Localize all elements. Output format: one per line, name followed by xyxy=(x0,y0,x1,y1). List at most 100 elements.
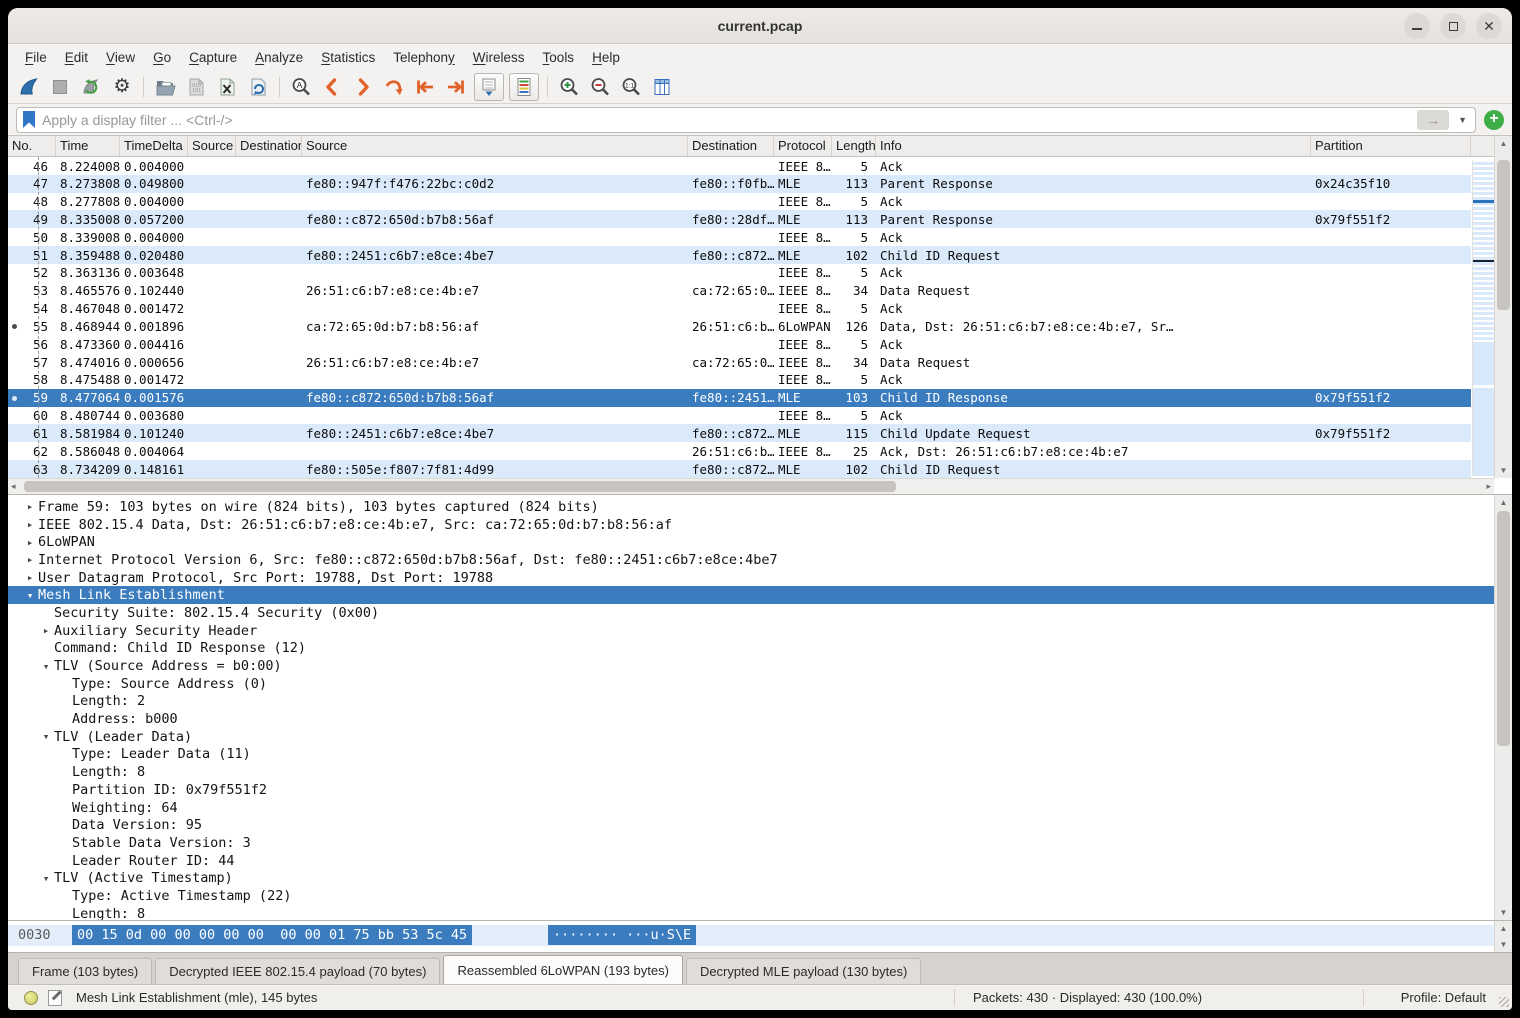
detail-line[interactable]: Type: Source Address (0) xyxy=(8,675,1494,693)
detail-line[interactable]: Partition ID: 0x79f551f2 xyxy=(8,781,1494,799)
detail-line[interactable]: Command: Child ID Response (12) xyxy=(8,640,1494,658)
packet-row-56[interactable]: 568.4733600.004416IEEE 8…5Ack xyxy=(8,335,1471,353)
hex-ascii-selected[interactable]: ········ ···u·S\E xyxy=(548,925,696,945)
packet-row-58[interactable]: 588.4754880.001472IEEE 8…5Ack xyxy=(8,371,1471,389)
last-packet-button[interactable] xyxy=(441,73,471,101)
capture-options-button[interactable]: ⚙ xyxy=(107,73,137,101)
menu-analyze[interactable]: Analyze xyxy=(246,47,312,68)
hex-row[interactable]: 0030 00 15 0d 00 00 00 00 00 00 00 01 75… xyxy=(8,925,1494,946)
menu-telephony[interactable]: Telephony xyxy=(384,47,464,68)
zoom-original-button[interactable]: 1:1 xyxy=(616,73,646,101)
filter-dropdown-caret[interactable]: ▼ xyxy=(1456,115,1469,125)
menu-view[interactable]: View xyxy=(97,47,144,68)
hex-vscrollbar[interactable]: ▲ ▼ xyxy=(1494,921,1512,952)
menu-help[interactable]: Help xyxy=(583,47,629,68)
menu-go[interactable]: Go xyxy=(144,47,180,68)
display-filter-field[interactable]: → ▼ xyxy=(16,107,1476,133)
expanded-arrow-icon[interactable]: ▾ xyxy=(22,589,38,602)
detail-line[interactable]: Weighting: 64 xyxy=(8,799,1494,817)
column-header-no[interactable]: No. xyxy=(8,136,56,156)
packet-list-vthumb[interactable] xyxy=(1497,160,1510,310)
packet-row-50[interactable]: 508.3390080.004000IEEE 8…5Ack xyxy=(8,228,1471,246)
packet-row-49[interactable]: 498.3350080.057200fe80::c872:650d:b7b8:5… xyxy=(8,210,1471,228)
column-header-destination[interactable]: Destination xyxy=(688,136,774,156)
scroll-up-icon[interactable]: ▲ xyxy=(1495,924,1512,933)
collapsed-arrow-icon[interactable]: ▸ xyxy=(22,536,38,549)
packet-list-hthumb[interactable] xyxy=(24,481,896,492)
packet-row-57[interactable]: 578.4740160.00065626:51:c6:b7:e8:ce:4b:e… xyxy=(8,353,1471,371)
status-profile[interactable]: Profile: Default xyxy=(1401,990,1486,1005)
first-packet-button[interactable] xyxy=(410,73,440,101)
filter-apply-button[interactable]: → xyxy=(1417,110,1449,130)
display-filter-input[interactable] xyxy=(42,112,1410,128)
reload-file-button[interactable] xyxy=(243,73,273,101)
column-header-source[interactable]: Source xyxy=(302,136,688,156)
detail-line[interactable]: Leader Router ID: 44 xyxy=(8,852,1494,870)
detail-line[interactable]: Stable Data Version: 3 xyxy=(8,834,1494,852)
packet-row-63[interactable]: 638.7342090.148161fe80::505e:f807:7f81:4… xyxy=(8,460,1471,478)
filter-add-button[interactable]: + xyxy=(1484,110,1504,130)
scroll-down-icon[interactable]: ▼ xyxy=(1495,940,1512,949)
scroll-up-icon[interactable]: ▲ xyxy=(1495,498,1512,507)
colorize-toggle[interactable] xyxy=(509,73,539,101)
collapsed-arrow-icon[interactable]: ▸ xyxy=(22,500,38,513)
byte-view-tab-1[interactable]: Decrypted IEEE 802.15.4 payload (70 byte… xyxy=(155,958,440,984)
column-header-timedelta[interactable]: TimeDelta xyxy=(120,136,188,156)
detail-line[interactable]: ▾TLV (Leader Data) xyxy=(8,728,1494,746)
packet-row-51[interactable]: 518.3594880.020480fe80::2451:c6b7:e8ce:4… xyxy=(8,246,1471,264)
packet-row-55[interactable]: 558.4689440.001896ca:72:65:0d:b7:b8:56:a… xyxy=(8,317,1471,335)
detail-line[interactable]: ▾TLV (Active Timestamp) xyxy=(8,869,1494,887)
packet-row-48[interactable]: 488.2778080.004000IEEE 8…5Ack xyxy=(8,193,1471,211)
detail-line[interactable]: ▾TLV (Source Address = b0:00) xyxy=(8,657,1494,675)
column-header-protocol[interactable]: Protocol xyxy=(774,136,832,156)
detail-line[interactable]: Type: Active Timestamp (22) xyxy=(8,887,1494,905)
packet-row-54[interactable]: 548.4670480.001472IEEE 8…5Ack xyxy=(8,300,1471,318)
scroll-down-icon[interactable]: ▼ xyxy=(1495,466,1512,475)
previous-packet-button[interactable] xyxy=(317,73,347,101)
capture-comment-icon[interactable] xyxy=(48,990,62,1006)
detail-line[interactable]: Security Suite: 802.15.4 Security (0x00) xyxy=(8,604,1494,622)
collapsed-arrow-icon[interactable]: ▸ xyxy=(22,518,38,531)
byte-view-tab-3[interactable]: Decrypted MLE payload (130 bytes) xyxy=(686,958,921,984)
scroll-down-icon[interactable]: ▼ xyxy=(1495,908,1512,917)
packet-row-61[interactable]: 618.5819840.101240fe80::2451:c6b7:e8ce:4… xyxy=(8,424,1471,442)
menu-edit[interactable]: Edit xyxy=(56,47,97,68)
next-packet-button[interactable] xyxy=(348,73,378,101)
close-button[interactable]: ✕ xyxy=(1476,13,1502,39)
expanded-arrow-icon[interactable]: ▾ xyxy=(38,872,54,885)
packet-list-hscrollbar[interactable]: ◂ ▸ xyxy=(8,478,1494,494)
capture-restart-button[interactable] xyxy=(76,73,106,101)
scroll-right-icon[interactable]: ▸ xyxy=(1486,481,1491,492)
detail-line[interactable]: Length: 2 xyxy=(8,693,1494,711)
packet-row-53[interactable]: 538.4655760.10244026:51:c6:b7:e8:ce:4b:e… xyxy=(8,282,1471,300)
detail-line[interactable]: ▾Mesh Link Establishment xyxy=(8,586,1494,604)
detail-line[interactable]: ▸Internet Protocol Version 6, Src: fe80:… xyxy=(8,551,1494,569)
packet-list-vscrollbar[interactable]: ▲ ▼ xyxy=(1494,136,1512,478)
column-header-destination[interactable]: Destination xyxy=(236,136,302,156)
packet-row-62[interactable]: 628.5860480.00406426:51:c6:b…IEEE 8…25Ac… xyxy=(8,442,1471,460)
detail-line[interactable]: Data Version: 95 xyxy=(8,816,1494,834)
detail-line[interactable]: ▸User Datagram Protocol, Src Port: 19788… xyxy=(8,569,1494,587)
packet-row-47[interactable]: 478.2738080.049800fe80::947f:f476:22bc:c… xyxy=(8,175,1471,193)
scroll-left-icon[interactable]: ◂ xyxy=(11,481,16,492)
detail-line[interactable]: Address: b000 xyxy=(8,710,1494,728)
packet-row-59[interactable]: 598.4770640.001576fe80::c872:650d:b7b8:5… xyxy=(8,389,1471,407)
detail-vscrollbar[interactable]: ▲ ▼ xyxy=(1494,495,1512,920)
zoom-in-button[interactable] xyxy=(554,73,584,101)
save-file-button[interactable]: 010101 xyxy=(181,73,211,101)
maximize-button[interactable] xyxy=(1440,13,1466,39)
packet-map[interactable] xyxy=(1472,160,1494,476)
goto-packet-button[interactable] xyxy=(379,73,409,101)
detail-line[interactable]: ▸IEEE 802.15.4 Data, Dst: 26:51:c6:b7:e8… xyxy=(8,516,1494,534)
expert-info-icon[interactable] xyxy=(24,991,38,1005)
packet-row-60[interactable]: 608.4807440.003680IEEE 8…5Ack xyxy=(8,407,1471,425)
resize-columns-button[interactable] xyxy=(647,73,677,101)
packet-row-52[interactable]: 528.3631360.003648IEEE 8…5Ack xyxy=(8,264,1471,282)
zoom-out-button[interactable] xyxy=(585,73,615,101)
expanded-arrow-icon[interactable]: ▾ xyxy=(38,730,54,743)
column-header-info[interactable]: Info xyxy=(876,136,1311,156)
column-header-source[interactable]: Source xyxy=(188,136,236,156)
capture-stop-button[interactable] xyxy=(45,73,75,101)
byte-view-tab-0[interactable]: Frame (103 bytes) xyxy=(18,958,152,984)
auto-scroll-toggle[interactable] xyxy=(474,73,504,101)
